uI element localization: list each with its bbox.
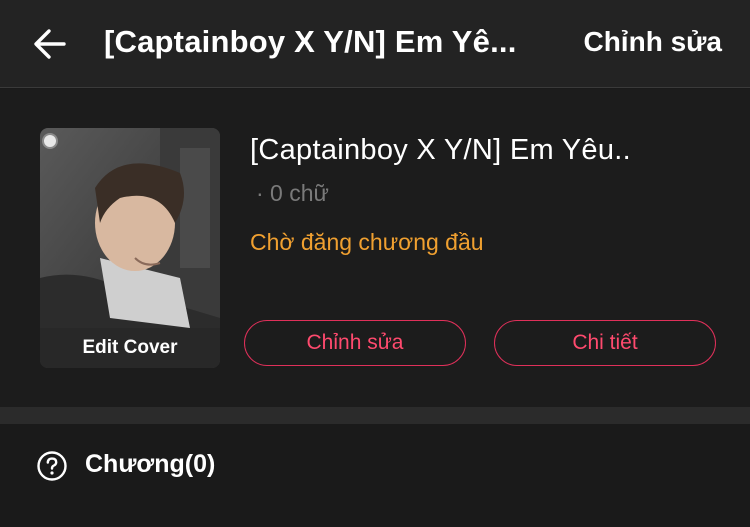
arrow-left-icon xyxy=(34,29,66,59)
edit-button[interactable]: Chỉnh sửa xyxy=(244,320,466,366)
edit-story-button[interactable]: Chỉnh sửa xyxy=(583,26,722,58)
story-title: [Captainboy X Y/N] Em Yêu.. xyxy=(250,134,632,166)
question-circle-icon xyxy=(37,451,67,481)
chapters-label: Chương(0) xyxy=(85,450,216,478)
edit-cover-label[interactable]: Edit Cover xyxy=(40,328,220,368)
top-bar: [Captainboy X Y/N] Em Yê... Chỉnh sửa xyxy=(0,0,750,88)
story-cover[interactable]: Edit Cover xyxy=(40,128,220,368)
details-button[interactable]: Chi tiết xyxy=(494,320,716,366)
page-title: [Captainboy X Y/N] Em Yê... xyxy=(104,24,517,59)
story-panel: Edit Cover [Captainboy X Y/N] Em Yêu.. ·… xyxy=(0,89,750,407)
cover-badge-icon xyxy=(42,133,58,149)
publish-status: Chờ đăng chương đầu xyxy=(250,229,484,255)
back-button[interactable] xyxy=(26,22,74,66)
chapters-row[interactable]: Chương(0) xyxy=(0,424,750,527)
section-divider xyxy=(0,407,750,424)
word-count: · 0 chữ xyxy=(256,180,329,206)
